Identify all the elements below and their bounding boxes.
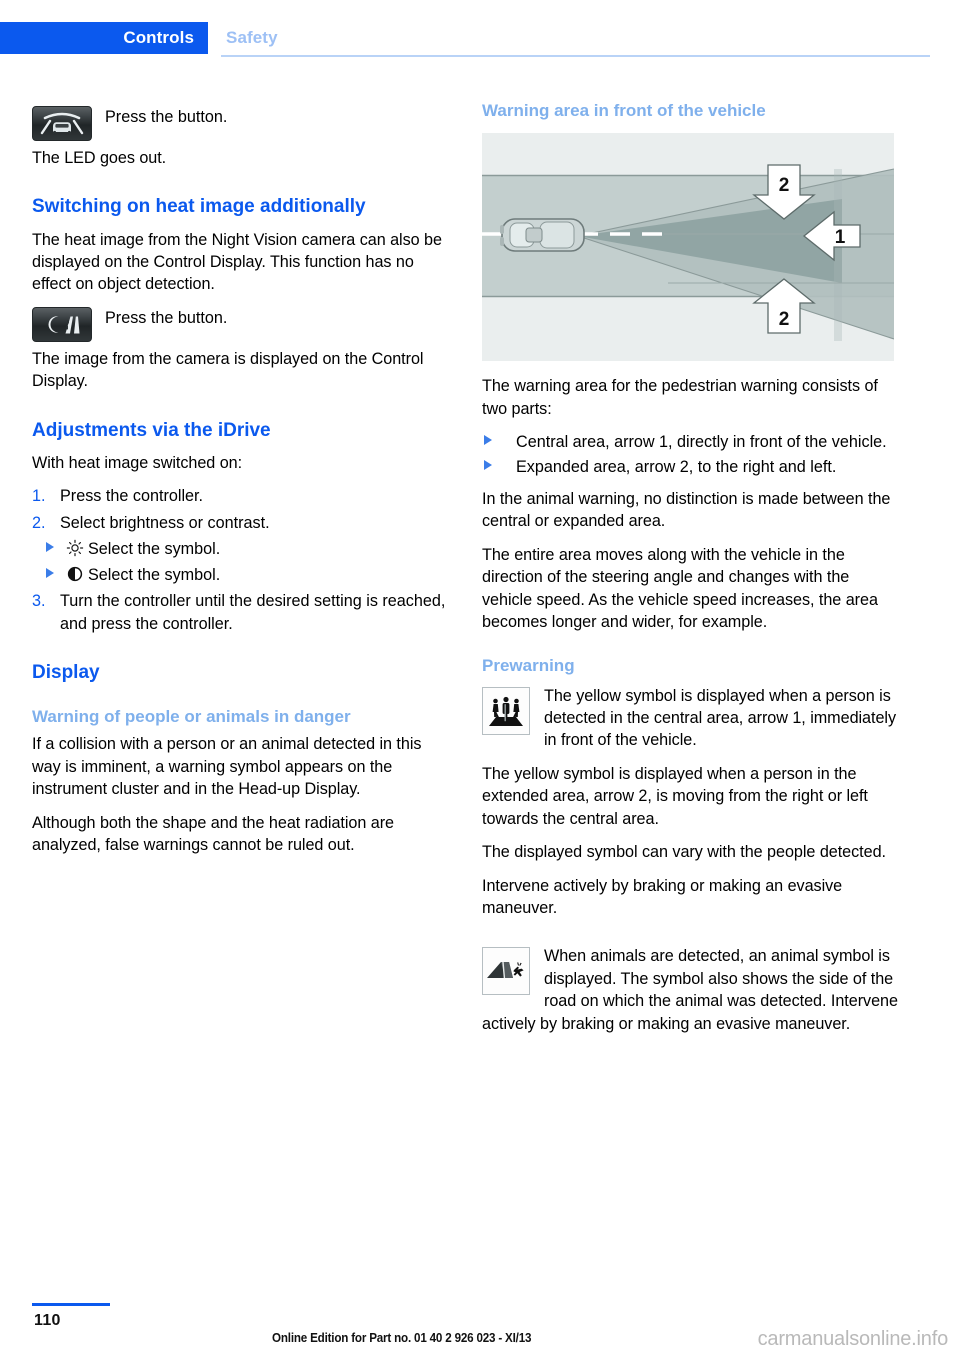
list-item-label: Select the symbol. bbox=[88, 565, 221, 584]
para-symbol-vary: The displayed symbol can vary with the p… bbox=[482, 843, 886, 862]
breadcrumb: Controls Safety bbox=[0, 22, 960, 54]
svg-text:1: 1 bbox=[835, 227, 846, 248]
triangle-bullet-icon bbox=[46, 542, 54, 553]
adjustment-steps-list: 1. Press the controller. 2. Select brigh… bbox=[32, 485, 452, 534]
list-item-label: Central area, arrow 1, directly in front… bbox=[516, 432, 887, 451]
adjustment-steps-list-cont: 3. Turn the controller until the desired… bbox=[32, 590, 452, 635]
header-divider bbox=[221, 55, 930, 57]
list-item-label: Select the symbol. bbox=[88, 540, 221, 559]
para-entire-area-moves: The entire area moves along with the veh… bbox=[482, 545, 878, 632]
heading-switching-heat-image: Switching on heat image additionally bbox=[32, 196, 366, 218]
para-although-shape: Although both the shape and the heat rad… bbox=[32, 813, 395, 855]
para-yellow-symbol-central: The yellow symbol is displayed when a pe… bbox=[544, 686, 897, 750]
heat-image-button-icon bbox=[32, 306, 92, 342]
list-item-label: Expanded area, arrow 2, to the right and… bbox=[516, 458, 837, 477]
heading-adjustments-idrive: Adjustments via the iDrive bbox=[32, 419, 271, 441]
tab-controls-label: Controls bbox=[123, 28, 194, 47]
right-column: Warning area in front of the vehicle 2 1… bbox=[482, 96, 902, 1046]
contrast-half-circle-symbol-icon bbox=[66, 565, 84, 583]
press-button-row-2: Press the button. bbox=[32, 306, 452, 342]
para-animals-detected: When animals are detected, an animal sym… bbox=[482, 947, 898, 1033]
para-heat-image: The heat image from the Night Vision cam… bbox=[32, 230, 442, 294]
warning-area-diagram: 2 1 2 bbox=[482, 133, 895, 362]
triangle-bullet-icon bbox=[46, 567, 54, 578]
step-text: Press the controller. bbox=[60, 487, 204, 506]
para-warning-area-parts: The warning area for the pedestrian warn… bbox=[482, 377, 878, 418]
list-item: Expanded area, arrow 2, to the right and… bbox=[482, 456, 902, 478]
list-item: Select the symbol. bbox=[32, 564, 452, 586]
animal-warning-icon bbox=[482, 947, 530, 996]
heading-warning-people-animals: Warning of people or animals in danger bbox=[32, 707, 351, 727]
step-number: 1. bbox=[32, 487, 46, 506]
para-animal-warning-distinction: In the animal warning, no distinction is… bbox=[482, 489, 891, 531]
step-item: 3. Turn the controller until the desired… bbox=[32, 590, 452, 635]
triangle-bullet-icon bbox=[484, 434, 492, 445]
svg-text:2: 2 bbox=[779, 309, 790, 330]
vehicle-top-view bbox=[500, 218, 585, 252]
step-number: 2. bbox=[32, 513, 46, 532]
press-button-row-1: Press the button. bbox=[32, 106, 452, 141]
step-text: Turn the controller until the desired se… bbox=[60, 592, 446, 633]
step-item: 2. Select brightness or contrast. bbox=[32, 512, 452, 534]
step-text: Select brightness or contrast. bbox=[60, 513, 270, 532]
para-camera-image: The image from the camera is displayed o… bbox=[32, 349, 424, 391]
press-button-text-1: Press the button. bbox=[105, 108, 228, 126]
tab-controls[interactable]: Controls bbox=[0, 22, 208, 54]
para-intervene-actively: Intervene actively by braking or making … bbox=[482, 876, 843, 918]
para-with-heat-image: With heat image switched on: bbox=[32, 453, 243, 472]
heading-display: Display bbox=[32, 662, 100, 684]
warning-area-bullets: Central area, arrow 1, directly in front… bbox=[482, 431, 902, 479]
animal-warning-block: When animals are detected, an animal sym… bbox=[482, 945, 902, 1035]
heading-prewarning: Prewarning bbox=[482, 656, 575, 676]
symbol-select-list: Select the symbol. Select the symbol. bbox=[32, 538, 452, 586]
step-item: 1. Press the controller. bbox=[32, 485, 452, 507]
tab-safety-label: Safety bbox=[226, 28, 278, 47]
page-header: Controls Safety bbox=[0, 22, 960, 58]
list-item: Select the symbol. bbox=[32, 538, 452, 560]
tab-safety[interactable]: Safety bbox=[208, 22, 278, 54]
step-number: 3. bbox=[32, 592, 46, 611]
brightness-sun-symbol-icon bbox=[66, 539, 84, 557]
press-button-text-2: Press the button. bbox=[105, 308, 228, 327]
night-vision-button-icon bbox=[32, 106, 92, 141]
edition-notice: Online Edition for Part no. 01 40 2 926 … bbox=[272, 1331, 532, 1345]
prewarning-pedestrian-block: The yellow symbol is displayed when a pe… bbox=[482, 685, 902, 752]
heading-warning-area: Warning area in front of the vehicle bbox=[482, 101, 766, 120]
left-column: Press the button. The LED goes out. Swit… bbox=[32, 96, 452, 867]
list-item: Central area, arrow 1, directly in front… bbox=[482, 431, 902, 453]
para-collision: If a collision with a person or an anima… bbox=[32, 735, 422, 799]
pedestrian-warning-icon bbox=[482, 686, 530, 735]
footer-divider bbox=[32, 1303, 110, 1306]
page-number: 110 bbox=[34, 1312, 61, 1329]
svg-text:2: 2 bbox=[779, 175, 790, 196]
watermark: carmanualsonline.info bbox=[757, 1328, 949, 1350]
triangle-bullet-icon bbox=[484, 460, 492, 471]
para-yellow-symbol-extended: The yellow symbol is displayed when a pe… bbox=[482, 764, 868, 828]
led-goes-out-text: The LED goes out. bbox=[32, 149, 167, 167]
